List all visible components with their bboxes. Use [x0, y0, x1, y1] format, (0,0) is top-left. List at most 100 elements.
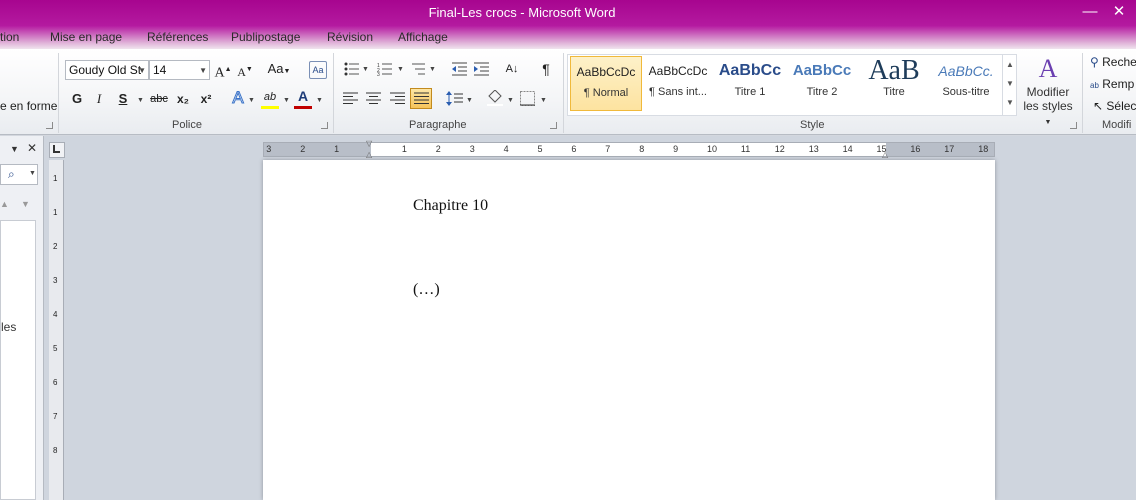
tab-selector-button[interactable] [49, 142, 65, 158]
style-preview: AaBbCcDc [648, 64, 708, 78]
document-page[interactable]: Chapitre 10 (…) [263, 160, 995, 500]
decrease-indent-icon[interactable] [452, 62, 468, 76]
tab-insertion[interactable]: tion [0, 30, 19, 44]
svg-text:3: 3 [377, 72, 380, 76]
vruler-number: 1 [53, 174, 58, 183]
shrink-font-icon[interactable]: A▼ [236, 61, 254, 79]
font-launcher-icon[interactable] [321, 122, 328, 129]
superscript-button[interactable]: x² [197, 91, 215, 109]
align-left-icon[interactable] [343, 92, 359, 105]
window-title: Final-Les crocs - Microsoft Word [428, 5, 616, 20]
align-right-icon[interactable] [390, 92, 406, 105]
chevron-down-icon[interactable]: ▼ [316, 97, 323, 104]
ruler-number: 14 [842, 144, 853, 154]
chevron-down-icon[interactable]: ▼ [397, 66, 404, 73]
right-indent-marker[interactable]: △ [882, 150, 888, 159]
bullets-icon[interactable] [344, 62, 360, 76]
style-sous-titre[interactable]: AaBbCc. Sous-titre [930, 56, 1002, 111]
chevron-down-icon[interactable]: ▼ [466, 97, 473, 104]
increase-indent-icon[interactable] [474, 62, 490, 76]
chapter-heading[interactable]: Chapitre 10 [413, 197, 488, 215]
replace-button[interactable]: ab Remp [1090, 77, 1134, 91]
font-color-icon[interactable]: A [294, 88, 312, 106]
vertical-ruler[interactable]: 1 1 2 3 4 5 6 7 8 [49, 160, 64, 500]
ruler-number: 9 [673, 144, 679, 154]
clear-formatting-icon[interactable]: Aa [309, 61, 327, 79]
ruler-number: 5 [537, 144, 543, 154]
font-size-value: 14 [153, 63, 167, 77]
change-styles-button[interactable]: A Modifier les styles ▼ [1019, 53, 1077, 126]
paragraph-launcher-icon[interactable] [550, 122, 557, 129]
ruler-number: 1 [401, 144, 407, 154]
ruler-number: 1 [334, 144, 340, 154]
italic-button[interactable]: I [90, 91, 108, 109]
underline-button[interactable]: S [114, 91, 132, 109]
chevron-down-icon[interactable]: ▼ [362, 66, 369, 73]
chevron-down-icon[interactable]: ▼ [283, 97, 290, 104]
format-painter-label[interactable]: e en forme [0, 99, 57, 113]
find-button[interactable]: ⚲ Reche [1090, 55, 1136, 69]
style-normal[interactable]: AaBbCcDc ¶ Normal [570, 56, 642, 111]
select-button[interactable]: ↖ Sélec [1093, 99, 1136, 113]
style-titre-1[interactable]: AaBbCc Titre 1 [714, 56, 786, 111]
styles-launcher-icon[interactable] [1070, 122, 1077, 129]
line-spacing-icon[interactable] [446, 91, 464, 106]
clipboard-launcher-icon[interactable] [46, 122, 53, 129]
horizontal-ruler[interactable]: 3 2 1 1 2 3 4 5 6 7 8 9 10 11 12 13 14 15 16 17 18 ▽ △ △ [263, 139, 995, 159]
pane-close-button[interactable]: ✕ [27, 141, 37, 155]
highlight-icon[interactable]: ab [260, 89, 280, 107]
numbering-icon[interactable]: 123 [377, 62, 393, 76]
tab-affichage[interactable]: Affichage [398, 30, 448, 44]
pane-menu-icon[interactable]: ▼ [10, 144, 19, 154]
tab-publipostage[interactable]: Publipostage [231, 30, 300, 44]
font-size-combo[interactable]: 14 ▼ [149, 60, 210, 80]
multilevel-list-icon[interactable] [410, 62, 426, 76]
search-input[interactable]: ⌕ ▼ [0, 164, 38, 185]
show-marks-button[interactable]: ¶ [537, 61, 555, 79]
hanging-indent-marker[interactable]: △ [366, 150, 372, 159]
ruler-number: 12 [774, 144, 785, 154]
grow-font-icon[interactable]: A▲ [214, 61, 232, 81]
tab-revision[interactable]: Révision [327, 30, 373, 44]
align-center-icon[interactable] [366, 92, 382, 105]
font-name-value: Goudy Old St [69, 63, 142, 77]
style-preview: AaBbCc. [938, 63, 994, 79]
text-effects-icon[interactable]: A [229, 89, 247, 108]
sort-icon[interactable]: A↓ [503, 61, 521, 79]
bold-button[interactable]: G [68, 91, 86, 109]
change-case-icon[interactable]: Aa▼ [267, 61, 291, 79]
shading-icon[interactable] [486, 90, 504, 107]
gallery-down-icon[interactable]: ▼ [1003, 74, 1017, 93]
style-titre[interactable]: AaB Titre [858, 56, 930, 111]
chevron-down-icon[interactable]: ▼ [248, 97, 255, 104]
tab-references[interactable]: Références [147, 30, 208, 44]
first-line-indent-marker[interactable]: ▽ [366, 139, 372, 148]
chevron-down-icon[interactable]: ▼ [137, 97, 144, 104]
font-name-combo[interactable]: Goudy Old St ▼ [65, 60, 149, 80]
nav-results-text: les [1, 320, 17, 334]
nav-down-icon[interactable]: ▼ [21, 199, 30, 209]
chevron-down-icon[interactable]: ▼ [507, 97, 514, 104]
chevron-down-icon[interactable]: ▼ [540, 97, 547, 104]
ribbon: e en forme Goudy Old St ▼ 14 ▼ A▲ A▼ Aa▼ A… [0, 49, 1136, 135]
gallery-up-icon[interactable]: ▲ [1003, 55, 1017, 74]
style-name: Titre 2 [806, 86, 838, 98]
chevron-down-icon[interactable]: ▼ [29, 170, 36, 177]
ruler-number: 3 [469, 144, 475, 154]
style-sans-interligne[interactable]: AaBbCcDc ¶ Sans int... [642, 56, 714, 111]
body-paragraph[interactable]: (…) [413, 281, 440, 299]
tab-mise-en-page[interactable]: Mise en page [50, 30, 122, 44]
gallery-scroll[interactable]: ▲ ▼ ▼ [1002, 55, 1017, 115]
style-titre-2[interactable]: AaBbCc Titre 2 [786, 56, 858, 111]
gallery-more-icon[interactable]: ▼ [1003, 93, 1017, 112]
strikethrough-button[interactable]: abc [148, 91, 170, 109]
borders-icon[interactable] [520, 91, 535, 106]
subscript-button[interactable]: x₂ [174, 91, 192, 109]
nav-up-icon[interactable]: ▲ [0, 199, 9, 209]
close-button[interactable]: ✕ [1104, 2, 1134, 22]
justify-button[interactable] [410, 88, 432, 109]
vruler-number: 3 [53, 276, 58, 285]
replace-icon: ab [1090, 81, 1099, 90]
chevron-down-icon[interactable]: ▼ [429, 66, 436, 73]
minimize-button[interactable]: — [1075, 2, 1105, 22]
